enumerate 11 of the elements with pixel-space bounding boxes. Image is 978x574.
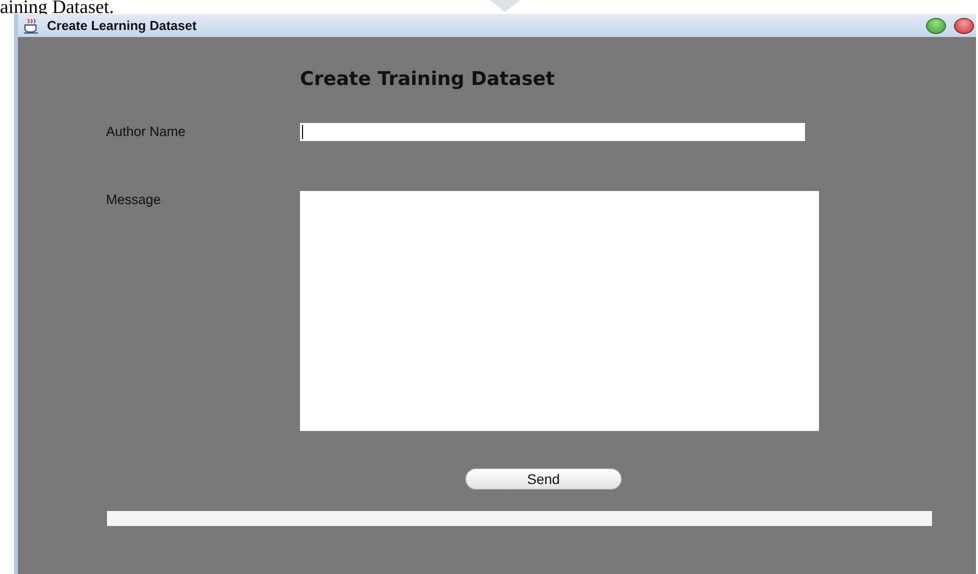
text-field[interactable]	[300, 123, 805, 141]
form-heading: Create Training Dataset	[300, 67, 556, 91]
field-label: Message	[106, 191, 162, 209]
window-title: Create Learning Dataset	[47, 18, 197, 33]
coffee-cup-icon	[23, 18, 39, 34]
close-button[interactable]	[954, 18, 974, 34]
text-cursor	[302, 125, 303, 139]
maximize-button[interactable]	[926, 18, 946, 34]
triangle-marker	[490, 0, 520, 12]
send-button[interactable]: Send	[465, 468, 622, 490]
field-label: Author Name	[106, 123, 187, 141]
